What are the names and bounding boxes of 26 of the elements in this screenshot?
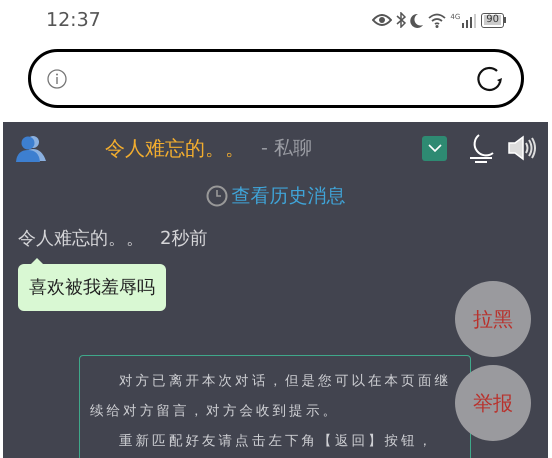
clock-time: 12:37 [46,8,101,33]
dropdown-button[interactable] [422,136,447,160]
peer-name: 令人难忘的。。 [105,135,245,162]
bluetooth-icon [396,12,406,28]
clock-icon [206,185,228,208]
action-button[interactable]: 拉黑 [455,281,531,357]
action-button[interactable]: 举报 [455,365,531,441]
notice-text: 对方已离开本次对话，但是您可以在本页面继续给对方留言，对方会收到提示。 [90,372,452,421]
wifi-icon [428,12,446,28]
users-icon[interactable] [14,133,48,163]
battery-level: 90 [484,15,501,25]
signal-icon [461,12,478,28]
notice-text: 重新匹配好友请点击左下角【返回】按钮， [118,432,436,451]
history-link[interactable]: 查看历史消息 [232,182,346,210]
info-icon[interactable] [47,68,67,88]
message-time: 2秒前 [160,226,208,250]
message-bubble: 喜欢被我羞辱吗 [18,264,166,310]
eye-icon [372,13,392,27]
chat-mode: - 私聊 [261,136,312,161]
bubble-tail [30,258,44,264]
address-bar[interactable] [28,49,524,108]
sender-name: 令人难忘的。。 [18,226,144,250]
chevron-icon [428,144,442,152]
moon-icon [410,12,424,28]
moon-icon[interactable] [467,133,495,163]
speaker-icon[interactable] [507,135,537,161]
